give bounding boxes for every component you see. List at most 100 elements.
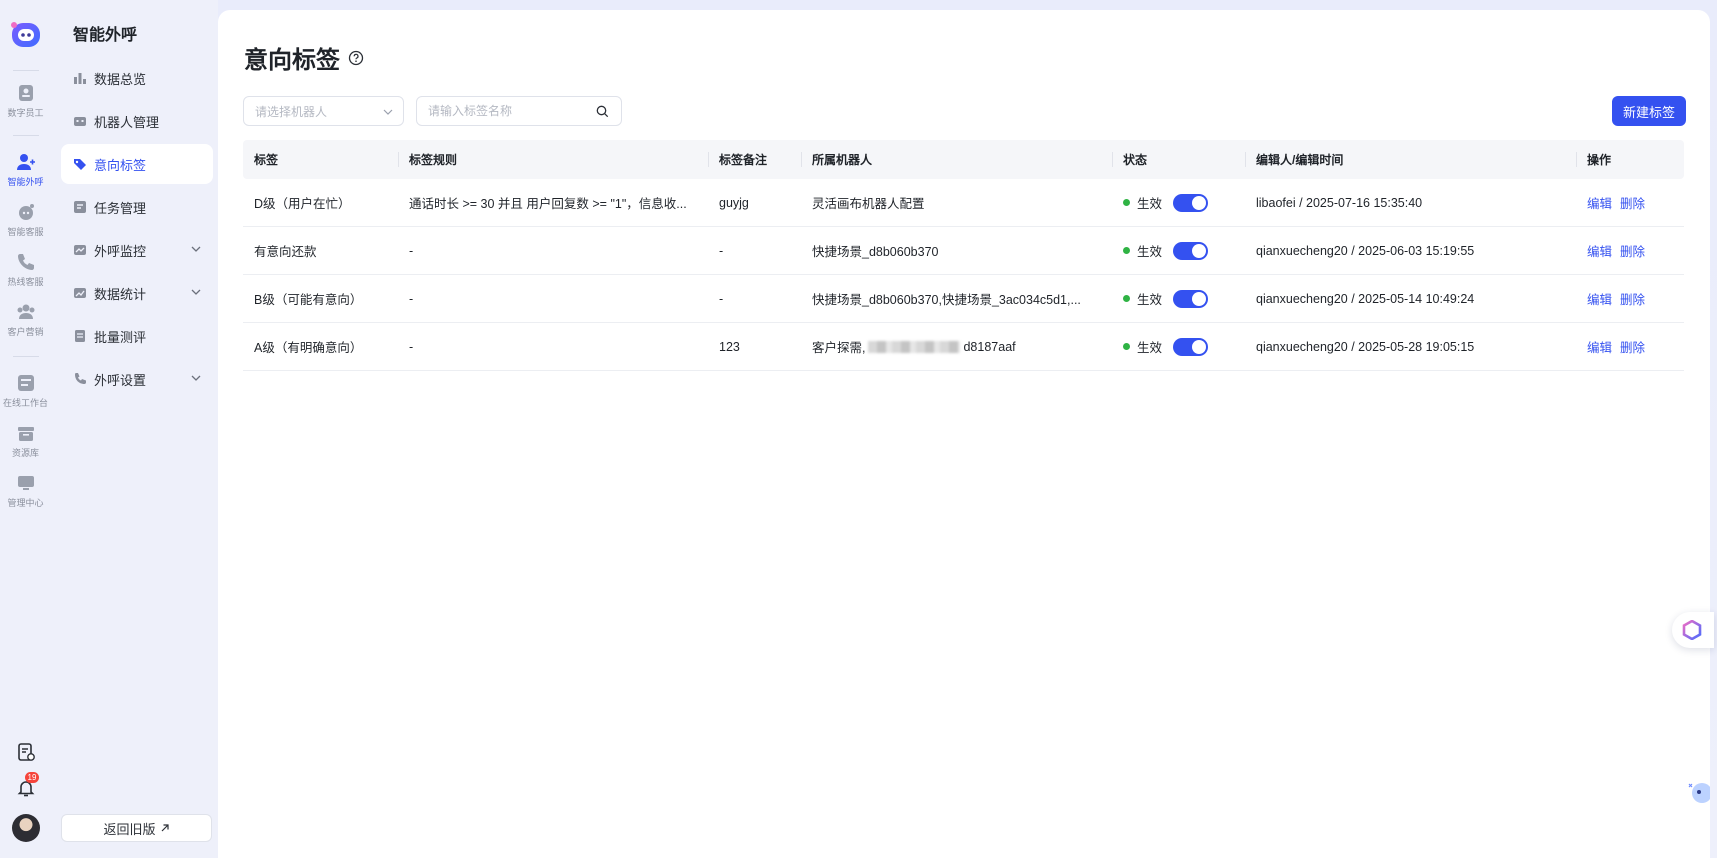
sidebar-item-data-statistics[interactable]: 数据统计 [61,273,213,313]
sidebar-item-batch-evaluation[interactable]: 批量测评 [61,316,213,356]
sidebar-item-label: 外呼设置 [94,372,147,388]
rail-item-label: 客户营销 [7,327,44,337]
sidebar-item-label: 意向标签 [94,157,147,173]
avatar[interactable] [11,814,40,842]
delete-link[interactable]: 删除 [1620,337,1645,356]
rail-item-label: 在线工作台 [2,398,48,408]
cell-note: - [719,243,724,258]
chevron-down-icon[interactable] [191,287,201,297]
sidebar-item-label: 机器人管理 [94,114,160,130]
main-panel: 意向标签 请选择机器人 新建标签 标签 标签规则 标签备注 所属机器人 状态 编… [218,10,1714,858]
cell-note: - [719,291,724,306]
sidebar-item-robot-management[interactable]: 机器人管理 [61,101,213,141]
sidebar: 智能外呼 数据总览 机器人管理 意向标签 任务管理 外呼监控 数据统计 批量测评… [51,0,218,858]
app-logo-icon[interactable] [9,18,43,52]
task-list-icon[interactable] [16,742,36,762]
rail-item-workbench[interactable]: 在线工作台 [0,373,51,409]
digital-employee-icon [18,85,33,101]
rail-item-admin[interactable]: 管理中心 [0,473,51,509]
page-title-wrap: 意向标签 [244,40,364,75]
image-chart-icon [74,288,86,298]
sidebar-item-label: 批量测评 [94,329,147,345]
sidebar-item-task-management[interactable]: 任务管理 [61,187,213,227]
column-header-note: 标签备注 [708,140,801,179]
rail-item-label: 热线客服 [7,277,44,287]
tags-table: 标签 标签规则 标签备注 所属机器人 状态 编辑人/编辑时间 操作 D级（用户在… [243,140,1684,371]
cell-tag: B级（可能有意向） [254,293,363,307]
return-old-version-button[interactable]: 返回旧版 [61,814,212,842]
toggle-knob [1192,243,1207,258]
arrow-up-right-icon [161,824,169,832]
chevron-down-icon[interactable] [191,373,201,383]
new-tag-button[interactable]: 新建标签 [1611,96,1686,126]
status-dot [1123,343,1130,350]
sidebar-title: 智能外呼 [73,27,138,44]
rail-item-resources[interactable]: 资源库 [0,423,51,459]
edit-link[interactable]: 编辑 [1587,337,1612,356]
return-old-version-label: 返回旧版 [103,821,156,837]
cell-actions: 编辑 删除 [1576,323,1684,370]
rail-divider [12,135,39,136]
delete-link[interactable]: 删除 [1620,241,1645,260]
toggle-knob [1192,195,1207,210]
status-toggle[interactable] [1173,289,1209,308]
table-row: A级（有明确意向） - 123 客户探需, d8187aaf 生效 qianxu… [243,323,1684,371]
table-row: B级（可能有意向） - - 快捷场景_d8b060b370,快捷场景_3ac03… [243,275,1684,323]
notification-bell[interactable]: 19 [16,772,40,798]
rail-item-hotline[interactable]: 热线客服 [0,252,51,288]
cell-rule-text: - [409,339,414,354]
edit-link[interactable]: 编辑 [1587,241,1612,260]
robot-mascot-icon[interactable] [1686,778,1710,804]
redacted-text [868,340,961,353]
column-header-status: 状态 [1112,140,1245,179]
rail-item-chatbot[interactable]: 智能客服 [0,202,51,238]
cell-robot: 快捷场景_d8b060b370 [801,227,1112,274]
sidebar-item-call-settings[interactable]: 外呼设置 [61,359,213,399]
status-toggle[interactable] [1173,193,1209,212]
chevron-down-icon[interactable] [191,244,201,254]
cell-robot: 快捷场景_d8b060b370,快捷场景_3ac034c5d1,... [801,275,1112,322]
toggle-knob [1192,339,1207,354]
tag-search-input[interactable] [417,104,587,118]
status-toggle[interactable] [1173,241,1209,260]
rail-divider [12,70,39,71]
edit-link[interactable]: 编辑 [1587,289,1612,308]
delete-link[interactable]: 删除 [1620,289,1645,308]
column-header-actions: 操作 [1576,140,1684,179]
cell-rule-text: - [409,243,414,258]
cell-actions: 编辑 删除 [1576,227,1684,274]
cell-rule-text: 通话时长 >= 30 并且 用户回复数 >= "1"，信息收... [409,197,687,211]
status-label: 生效 [1137,341,1163,355]
bar-chart-icon [74,73,86,84]
delete-link[interactable]: 删除 [1620,193,1645,212]
rail-item-marketing[interactable]: 客户营销 [0,302,51,338]
status-dot [1123,295,1130,302]
column-header-editor: 编辑人/编辑时间 [1245,140,1576,179]
smart-call-icon [16,154,35,170]
ai-assistant-button[interactable] [1672,612,1714,648]
sidebar-item-call-monitor[interactable]: 外呼监控 [61,230,213,270]
rail-item-label: 数字员工 [7,108,44,118]
table-row: 有意向还款 - - 快捷场景_d8b060b370 生效 qianxuechen… [243,227,1684,275]
cell-status: 生效 [1112,275,1245,322]
cell-rule: 通话时长 >= 30 并且 用户回复数 >= "1"，信息收... [398,179,708,226]
search-icon[interactable] [596,105,609,118]
status-toggle[interactable] [1173,337,1209,356]
sidebar-item-data-overview[interactable]: 数据总览 [61,58,213,98]
cell-tag: A级（有明确意向） [254,341,363,355]
document-icon [75,330,85,342]
sidebar-item-intent-tags[interactable]: 意向标签 [61,144,213,184]
status-dot [1123,199,1130,206]
cell-robot-text: 灵活画布机器人配置 [812,197,925,211]
users-icon [17,304,34,319]
notification-badge: 19 [24,772,40,783]
cell-robot-prefix: 客户探需, [812,341,866,355]
rail-item-digital-employee[interactable]: 数字员工 [0,83,51,119]
cell-editor: libaofei / 2025-07-16 15:35:40 [1256,195,1423,210]
robot-select-placeholder: 请选择机器人 [255,104,328,119]
edit-link[interactable]: 编辑 [1587,193,1612,212]
rail-item-smart-call[interactable]: 智能外呼 [0,152,51,188]
robot-select[interactable]: 请选择机器人 [243,96,404,126]
rail-item-label: 管理中心 [7,498,44,508]
help-icon[interactable] [348,50,364,66]
